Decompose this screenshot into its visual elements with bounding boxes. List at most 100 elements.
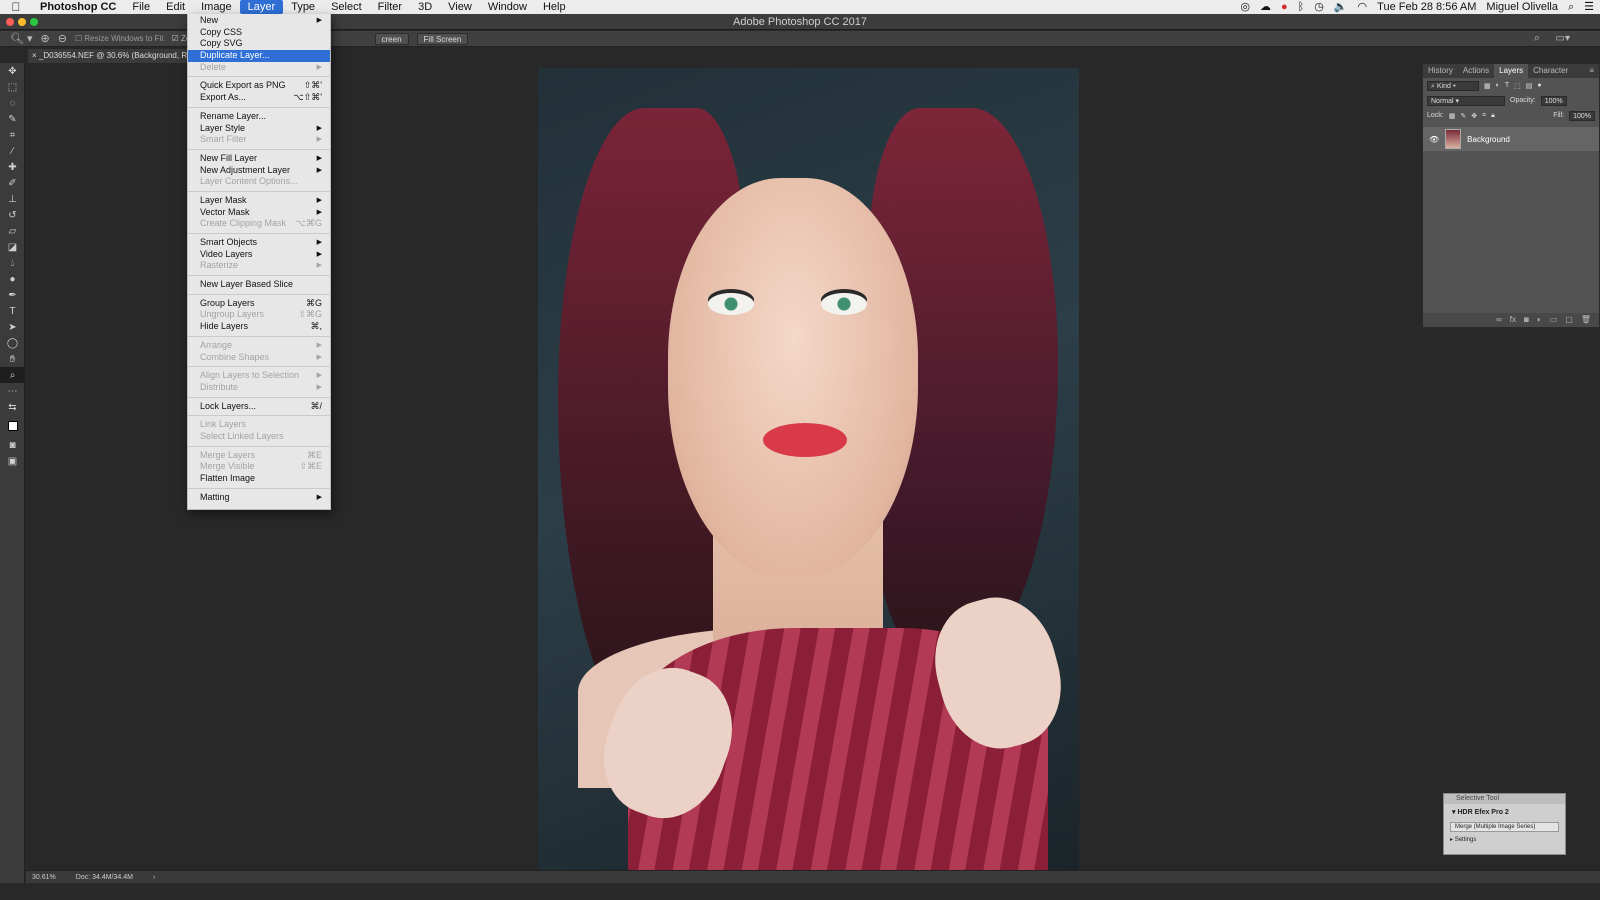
eye-icon[interactable]: 👁︎ (1429, 135, 1439, 144)
volume-icon[interactable]: 🔈 (1334, 0, 1348, 14)
menu-item-copy-css[interactable]: Copy CSS (188, 27, 330, 39)
zoom-tool-preset-icon[interactable]: 🔍︎ ▾ (10, 32, 33, 45)
menu-select[interactable]: Select (323, 0, 370, 14)
more-tools-icon[interactable]: ⋯ (0, 383, 25, 399)
default-colors-icon[interactable]: ⇆ (0, 399, 25, 415)
adjustment-filter-icon[interactable]: ◐ (1496, 82, 1500, 89)
zoom-out-icon[interactable]: ⊖ (58, 32, 67, 45)
color-swatches[interactable] (0, 415, 25, 437)
trash-icon[interactable]: 🗑︎ (1581, 313, 1591, 327)
menu-window[interactable]: Window (480, 0, 535, 14)
apple-icon[interactable]:  (0, 0, 32, 14)
panel-menu-icon[interactable]: ≡ (1584, 64, 1599, 78)
tab-actions[interactable]: Actions (1458, 64, 1494, 78)
menu-item-new-fill-layer[interactable]: New Fill Layer ▶ (188, 153, 330, 165)
hand-tool-icon[interactable]: ✋︎ (0, 351, 25, 367)
close-window-icon[interactable] (6, 18, 14, 26)
menu-item-video-layers[interactable]: Video Layers ▶ (188, 249, 330, 261)
menubar-clock[interactable]: Tue Feb 28 8:56 AM (1377, 1, 1476, 13)
crop-tool-icon[interactable]: ⌗ (0, 127, 25, 143)
dodge-tool-icon[interactable]: ● (0, 271, 25, 287)
history-brush-tool-icon[interactable]: ↺ (0, 207, 25, 223)
tab-character[interactable]: Character (1528, 64, 1573, 78)
merge-multiple-series-button[interactable]: Merge (Multiple Image Series) (1450, 822, 1559, 832)
layer-row-background[interactable]: 👁︎ Background (1423, 127, 1599, 151)
menu-item-quick-export-as-png[interactable]: Quick Export as PNG ⇧⌘' (188, 80, 330, 92)
tab-layers[interactable]: Layers (1494, 64, 1529, 78)
menu-item-new-layer-based-slice[interactable]: New Layer Based Slice (188, 279, 330, 291)
adjustment-layer-icon[interactable]: ◐ (1537, 313, 1542, 327)
healing-brush-tool-icon[interactable]: ✚ (0, 159, 25, 175)
screen-button[interactable]: creen (374, 32, 409, 45)
tab-history[interactable]: History (1423, 64, 1458, 78)
spotlight-icon[interactable]: ⌕ (1568, 0, 1574, 14)
settings-expander[interactable]: ▸ Settings (1444, 834, 1565, 845)
menu-item-matting[interactable]: Matting ▶ (188, 492, 330, 504)
marquee-tool-icon[interactable]: ⬚ (0, 79, 25, 95)
wifi-icon[interactable]: ◠ (1358, 0, 1368, 14)
menu-help[interactable]: Help (535, 0, 574, 14)
close-tab-icon[interactable]: × (32, 51, 37, 60)
lock-position-icon[interactable]: ✥ (1471, 112, 1477, 120)
menu-item-rename-layer[interactable]: Rename Layer... (188, 111, 330, 123)
search-icon[interactable]: ⌕ (1534, 32, 1540, 45)
hdr-efex-header[interactable]: ▾ HDR Efex Pro 2 (1444, 804, 1565, 820)
ellipse-tool-icon[interactable]: ◯ (0, 335, 25, 351)
blend-mode-select[interactable]: Normal ▾ (1427, 95, 1505, 106)
zoom-window-icon[interactable] (30, 18, 38, 26)
adobe-icon[interactable]: ● (1281, 0, 1288, 14)
quick-select-tool-icon[interactable]: ✎ (0, 111, 25, 127)
time-machine-icon[interactable]: ◷ (1314, 0, 1324, 14)
menu-image[interactable]: Image (193, 0, 240, 14)
creative-cloud-icon[interactable]: ◎ (1240, 0, 1250, 14)
menu-3d[interactable]: 3D (410, 0, 440, 14)
lock-image-icon[interactable]: ✎ (1460, 112, 1466, 120)
menu-file[interactable]: File (124, 0, 158, 14)
menu-item-smart-objects[interactable]: Smart Objects ▶ (188, 237, 330, 249)
path-select-tool-icon[interactable]: ➤ (0, 319, 25, 335)
menu-filter[interactable]: Filter (370, 0, 410, 14)
link-layers-icon[interactable]: ∞ (1496, 313, 1502, 327)
pixel-filter-icon[interactable]: ▦ (1484, 82, 1491, 90)
zoom-tool-icon[interactable]: ⌕ (0, 367, 25, 383)
notification-center-icon[interactable]: ☰ (1584, 0, 1594, 14)
doc-size[interactable]: Doc: 34.4M/34.4M (76, 874, 133, 881)
menu-item-flatten-image[interactable]: Flatten Image (188, 473, 330, 485)
menu-item-export-as[interactable]: Export As... ⌥⇧⌘' (188, 92, 330, 104)
smart-object-filter-icon[interactable]: ▤ (1526, 82, 1533, 90)
fill-screen-button[interactable]: Fill Screen (416, 32, 469, 45)
menu-item-copy-svg[interactable]: Copy SVG (188, 38, 330, 50)
move-tool-icon[interactable]: ✥ (0, 63, 25, 79)
document-image[interactable] (538, 68, 1079, 880)
blur-tool-icon[interactable]: 💧︎ (0, 255, 25, 271)
opacity-field[interactable]: 100% (1540, 95, 1567, 106)
eyedropper-tool-icon[interactable]: ⁄ (0, 143, 25, 159)
lock-artboard-icon[interactable]: ⌗ (1482, 112, 1486, 120)
stamp-tool-icon[interactable]: ⊥ (0, 191, 25, 207)
screen-mode-icon[interactable]: ▣ (0, 453, 25, 469)
type-filter-icon[interactable]: T (1505, 82, 1509, 89)
menu-item-layer-mask[interactable]: Layer Mask ▶ (188, 195, 330, 207)
menu-item-group-layers[interactable]: Group Layers ⌘G (188, 298, 330, 310)
menu-edit[interactable]: Edit (158, 0, 193, 14)
pen-tool-icon[interactable]: ✒ (0, 287, 25, 303)
new-layer-icon[interactable]: ▢ (1565, 313, 1573, 327)
menubar-user[interactable]: Miguel Olivella (1486, 1, 1558, 13)
menu-item-hide-layers[interactable]: Hide Layers ⌘, (188, 321, 330, 333)
zoom-in-icon[interactable]: ⊕ (41, 32, 50, 45)
workspace-icon[interactable]: ▭▾ (1556, 33, 1570, 44)
bluetooth-icon[interactable]: ᛒ (1298, 0, 1305, 14)
eraser-tool-icon[interactable]: ▱ (0, 223, 25, 239)
menu-item-vector-mask[interactable]: Vector Mask ▶ (188, 207, 330, 219)
menu-type[interactable]: Type (283, 0, 323, 14)
kind-filter-select[interactable]: ⌕ Kind ▾ (1427, 80, 1479, 91)
menu-layer[interactable]: Layer (239, 0, 284, 14)
type-tool-icon[interactable]: T (0, 303, 25, 319)
menu-item-new-adjustment-layer[interactable]: New Adjustment Layer ▶ (188, 165, 330, 177)
menu-item-lock-layers[interactable]: Lock Layers... ⌘/ (188, 401, 330, 413)
lock-transparent-icon[interactable]: ▦ (1449, 112, 1456, 120)
fill-field[interactable]: 100% (1569, 110, 1595, 121)
cloud-icon[interactable]: ☁ (1260, 0, 1271, 14)
brush-tool-icon[interactable]: ✐ (0, 175, 25, 191)
menu-view[interactable]: View (440, 0, 480, 14)
